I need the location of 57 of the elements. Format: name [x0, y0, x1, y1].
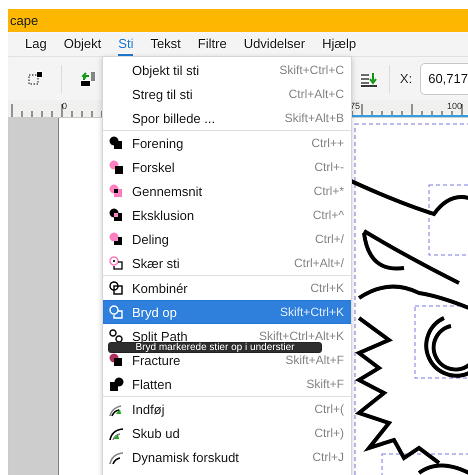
menu-item[interactable]: Skær sti Ctrl+Alt+/ — [103, 251, 351, 275]
shortcut-text: Ctrl+Alt+C — [288, 87, 344, 101]
menu-title[interactable]: Udvidelser — [244, 32, 306, 56]
menu-item[interactable]: Bryd op Skift+Ctrl+K — [103, 300, 351, 324]
menu-item[interactable]: Flatten Skift+F — [103, 372, 351, 396]
menu-item[interactable]: Deling Ctrl+/ — [103, 227, 351, 251]
menu-item[interactable]: Forening Ctrl++ — [103, 131, 351, 155]
shortcut-text: Ctrl+) — [314, 426, 344, 440]
shortcut-text: Skift+F — [306, 377, 344, 391]
shortcut-text: Ctrl+^ — [312, 208, 344, 222]
menu-item[interactable]: Dynamisk forskudt Ctrl+J — [103, 445, 351, 469]
intersection-icon — [109, 184, 124, 198]
menu-item[interactable]: Skub ud Ctrl+) — [103, 421, 351, 445]
shortcut-text: Ctrl++ — [311, 136, 344, 150]
split-path-icon — [109, 328, 124, 344]
difference-icon — [109, 160, 124, 174]
x-field[interactable]: 60,717 — [420, 62, 468, 94]
menu-item[interactable]: Objekt til sti Skift+Ctrl+C — [103, 58, 351, 82]
x-label: X: — [400, 71, 412, 86]
menu-title[interactable]: Hjælp — [322, 32, 356, 56]
shortcut-text: Ctrl+* — [314, 184, 344, 198]
shortcut-text: Ctrl+Alt+/ — [294, 256, 344, 270]
window-title: cape — [9, 13, 38, 28]
combine-icon — [109, 280, 124, 296]
shortcut-text: Skift+Ctrl+C — [279, 63, 344, 77]
shortcut-text: Skift+Alt+B — [284, 111, 344, 125]
break-apart-icon — [109, 304, 124, 320]
menu-item[interactable]: Streg til sti Ctrl+Alt+C — [103, 82, 351, 106]
shortcut-text: Ctrl+/ — [314, 232, 344, 246]
shortcut-text: Ctrl+( — [314, 402, 344, 416]
menu-title[interactable]: Filtre — [198, 32, 227, 56]
menu-title[interactable]: Tekst — [150, 32, 181, 56]
menu-item[interactable]: Forskel Ctrl+- — [103, 155, 351, 179]
ruler-label: 100 — [447, 101, 462, 111]
shortcut-text: Skift+Ctrl+K — [280, 305, 344, 319]
tooltip: Bryd markerede stier op i understier — [108, 342, 322, 353]
union-icon — [109, 136, 124, 150]
shortcut-text: Skift+Ctrl+Alt+K — [258, 329, 344, 343]
menu-title[interactable]: Objekt — [64, 32, 102, 56]
flatten-icon — [109, 376, 124, 392]
shortcut-text: Ctrl+J — [312, 450, 344, 464]
dynamic-offset-icon — [109, 450, 124, 464]
menu-item[interactable]: Gennemsnit Ctrl+* — [103, 179, 351, 203]
shortcut-text: Ctrl+K — [310, 281, 344, 295]
fracture-icon — [109, 352, 124, 368]
menu-item[interactable]: Kombinér Ctrl+K — [103, 276, 351, 300]
menu-item[interactable]: Eksklusion Ctrl+^ — [103, 203, 351, 227]
menu-title[interactable]: Lag — [25, 32, 47, 56]
shortcut-text: Ctrl+- — [314, 160, 344, 174]
division-icon — [109, 232, 124, 246]
menu-item[interactable]: Indføj Ctrl+( — [103, 397, 351, 421]
shortcut-text: Skift+Alt+F — [285, 353, 344, 367]
ruler-label: 0 — [62, 101, 68, 111]
outset-icon — [109, 426, 124, 440]
cut-path-icon — [109, 256, 124, 270]
exclusion-icon — [109, 208, 124, 222]
menu-item[interactable]: Spor billede ... Skift+Alt+B — [103, 106, 351, 130]
